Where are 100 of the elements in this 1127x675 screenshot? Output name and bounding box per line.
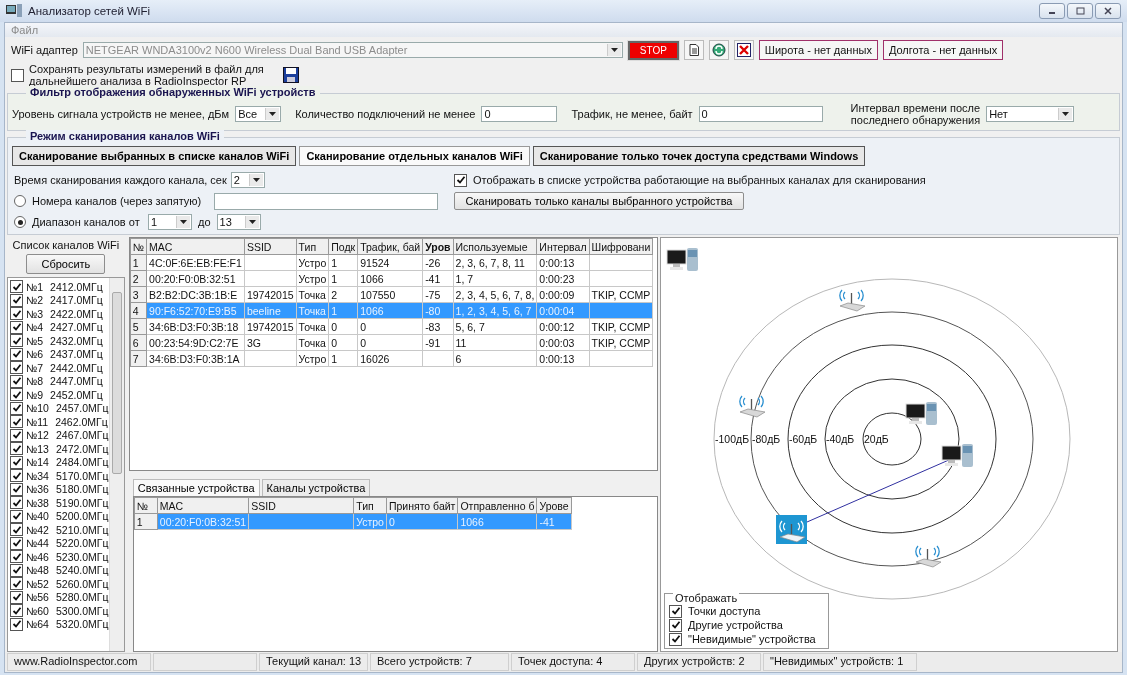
router-icon[interactable] bbox=[839, 289, 866, 312]
checkbox[interactable] bbox=[10, 482, 23, 496]
column-header[interactable]: Урове bbox=[536, 497, 572, 514]
checkbox[interactable] bbox=[10, 307, 23, 321]
checkbox[interactable] bbox=[10, 563, 23, 577]
reset-button[interactable]: Сбросить bbox=[26, 254, 106, 274]
checkbox[interactable] bbox=[10, 361, 23, 375]
checkbox[interactable] bbox=[10, 496, 23, 510]
connections-field[interactable]: 0 bbox=[481, 106, 558, 122]
checkbox[interactable] bbox=[10, 442, 23, 456]
checkbox[interactable] bbox=[10, 347, 23, 361]
table-row[interactable]: 3 B2:B2:DC:3B:1B:E 19742015 Точка 2 107550 -75 2, 3, 4, 5, 6, 7, 8, 0:00:09 TKIP, CCMP bbox=[130, 286, 653, 303]
dropdown[interactable]: 1 bbox=[148, 214, 192, 230]
dropdown[interactable]: 2 bbox=[230, 172, 265, 188]
save-icon[interactable] bbox=[282, 67, 299, 83]
checkbox[interactable] bbox=[669, 604, 682, 618]
router-icon[interactable] bbox=[739, 395, 766, 418]
checkbox[interactable] bbox=[454, 173, 467, 187]
table-row[interactable]: 7 34:6B:D3:F0:3B:1A Устро 1 16026 6 0:00:13 bbox=[130, 350, 653, 367]
scrollbar[interactable] bbox=[108, 278, 124, 651]
checkbox[interactable] bbox=[10, 280, 23, 294]
computer-icon[interactable] bbox=[666, 248, 698, 271]
dropdown[interactable]: 13 bbox=[216, 214, 261, 230]
table-row[interactable]: 5 34:6B:D3:F0:3B:18 19742015 Точка 0 0 -83 5, 6, 7 0:00:12 TKIP, CCMP bbox=[130, 318, 653, 335]
checkbox[interactable] bbox=[11, 68, 24, 82]
column-header[interactable]: Тип bbox=[353, 497, 387, 514]
column-header[interactable]: Используемые bbox=[453, 238, 537, 255]
scan-mode-tab[interactable]: Сканирование выбранных в списке каналов WiFi bbox=[12, 146, 297, 166]
column-header[interactable]: Уров bbox=[422, 238, 454, 255]
channel-number: №42 bbox=[26, 523, 49, 536]
checkbox[interactable] bbox=[10, 509, 23, 523]
radio-button[interactable] bbox=[14, 195, 26, 207]
checkbox[interactable] bbox=[10, 455, 23, 469]
table-row[interactable]: 1 4C:0F:6E:EB:FE:F1 Устро 1 91524 -26 2, 3, 6, 7, 8, 11 0:00:13 bbox=[130, 254, 653, 271]
traffic-field[interactable]: 0 bbox=[698, 106, 823, 122]
column-header[interactable]: Подк bbox=[328, 238, 358, 255]
channel-frequency: 2432.0МГц bbox=[50, 334, 103, 347]
channel-number: №3 bbox=[26, 307, 44, 320]
column-header[interactable]: Интервал bbox=[536, 238, 589, 255]
column-header[interactable]: Тип bbox=[296, 238, 329, 255]
scan-mode-tab[interactable]: Сканирование отдельных каналов WiFi bbox=[299, 146, 530, 166]
table-row[interactable]: 6 00:23:54:9D:C2:7E 3G Точка 0 0 -91 11 0:00:03 TKIP, CCMP bbox=[130, 334, 653, 351]
channel-frequency: 5190.0МГц bbox=[55, 496, 109, 509]
dropdown[interactable]: Все bbox=[235, 106, 282, 122]
checkbox[interactable] bbox=[10, 523, 23, 537]
table-row[interactable]: 2 00:20:F0:0B:32:51 Устро 1 1066 -41 1, 7 0:00:23 bbox=[130, 270, 653, 287]
checkbox[interactable] bbox=[10, 334, 23, 348]
column-header[interactable]: MAC bbox=[146, 238, 245, 255]
channel-numbers-field[interactable] bbox=[214, 192, 438, 210]
checkbox[interactable] bbox=[10, 415, 23, 429]
column-header[interactable]: Трафик, бай bbox=[357, 238, 423, 255]
tab[interactable]: Связанные устройства bbox=[132, 479, 260, 496]
ring-label: -80дБ bbox=[752, 433, 781, 445]
minimize-button[interactable] bbox=[1039, 3, 1065, 19]
checkbox[interactable] bbox=[10, 469, 23, 483]
checkbox[interactable] bbox=[10, 401, 23, 415]
dropdown[interactable]: Нет bbox=[986, 106, 1075, 122]
column-header[interactable]: SSID bbox=[244, 238, 297, 255]
scan-mode-tab[interactable]: Сканирование только точек доступа средствами Windows bbox=[532, 146, 866, 166]
channel-frequency: 2447.0МГц bbox=[50, 375, 103, 388]
traffic-label: Трафик, не менее, байт bbox=[571, 108, 693, 120]
checkbox[interactable] bbox=[10, 388, 23, 402]
close-button[interactable] bbox=[1095, 3, 1121, 19]
table-cell bbox=[589, 350, 653, 367]
table-cell: 00:23:54:9D:C2:7E bbox=[146, 334, 245, 351]
checkbox[interactable] bbox=[10, 374, 23, 388]
checkbox[interactable] bbox=[10, 320, 23, 334]
column-header[interactable]: № bbox=[134, 497, 158, 514]
checkbox[interactable] bbox=[669, 618, 682, 632]
column-header[interactable]: Принято байт bbox=[386, 497, 458, 514]
table-cell: 11 bbox=[453, 334, 537, 351]
computer-icon[interactable] bbox=[905, 402, 937, 425]
checkbox[interactable] bbox=[669, 632, 682, 646]
checkbox[interactable] bbox=[10, 604, 23, 618]
router-icon[interactable] bbox=[915, 545, 942, 568]
channel-frequency: 5230.0МГц bbox=[55, 550, 109, 563]
column-header[interactable]: Отправленно б bbox=[457, 497, 537, 514]
column-header[interactable]: № bbox=[130, 238, 147, 255]
table-row[interactable]: 1 00:20:F0:0B:32:51 Устро 0 1066 -41 bbox=[134, 513, 572, 530]
computer-icon[interactable] bbox=[941, 444, 973, 467]
delete-icon[interactable] bbox=[733, 40, 754, 60]
checkbox[interactable] bbox=[10, 550, 23, 564]
column-header[interactable]: SSID bbox=[248, 497, 354, 514]
tab[interactable]: Каналы устройства bbox=[261, 479, 371, 496]
checkbox[interactable] bbox=[10, 428, 23, 442]
table-row[interactable]: 4 90:F6:52:70:E9:B5 beeline Точка 1 1066 -80 1, 2, 3, 4, 5, 6, 7 0:00:04 bbox=[130, 302, 653, 319]
checkbox[interactable] bbox=[10, 536, 23, 550]
checkbox[interactable] bbox=[10, 617, 23, 631]
table-cell: Устро bbox=[296, 350, 329, 367]
channel-frequency: 2437.0МГц bbox=[50, 348, 103, 361]
checkbox[interactable] bbox=[10, 577, 23, 591]
radio-button[interactable] bbox=[14, 216, 26, 228]
column-header[interactable]: Шифровани bbox=[589, 238, 653, 255]
checkbox[interactable] bbox=[10, 590, 23, 604]
column-header[interactable]: MAC bbox=[157, 497, 249, 514]
checkbox[interactable] bbox=[10, 293, 23, 307]
refresh-icon[interactable] bbox=[708, 40, 729, 60]
router-icon[interactable] bbox=[776, 515, 807, 544]
scan-device-button[interactable]: Сканировать только каналы выбранного устройства bbox=[454, 192, 744, 210]
document-icon[interactable] bbox=[683, 40, 704, 60]
